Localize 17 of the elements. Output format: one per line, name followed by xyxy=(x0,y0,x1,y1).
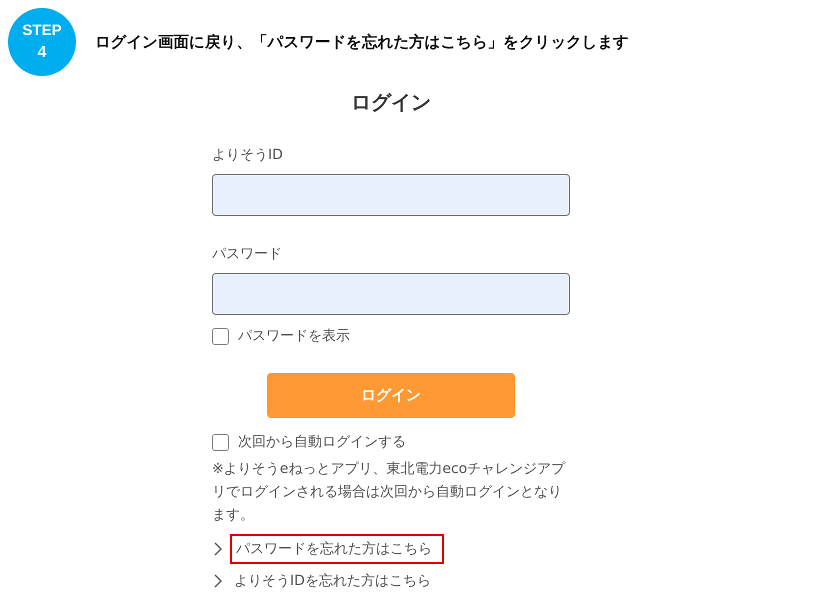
field-label: パスワード xyxy=(212,245,282,264)
checkbox-label: パスワードを表示 xyxy=(238,327,350,345)
help-link[interactable]: よりそうIDを忘れた方はこちら xyxy=(234,572,431,590)
login-title: ログイン xyxy=(350,89,432,116)
checkbox[interactable] xyxy=(212,434,229,450)
field-label: よりそうID xyxy=(212,146,283,165)
instruction-text: ログイン画面に戻り、「パスワードを忘れた方はこちら」をクリックします xyxy=(95,32,629,52)
note-text: ※よりそうeねっとアプリ、東北電力ecoチャレンジアプリでログインされる場合は次回から自動ログインとなります。 xyxy=(212,460,566,525)
chevron-right-icon xyxy=(214,542,222,556)
input-field[interactable] xyxy=(212,273,570,315)
checkbox[interactable] xyxy=(212,328,229,344)
help-link[interactable]: パスワードを忘れた方はこちら xyxy=(236,540,432,558)
step-label: STEP xyxy=(22,21,62,41)
input-field[interactable] xyxy=(212,174,570,216)
checkbox-label: 次回から自動ログインする xyxy=(238,433,406,451)
step-number: 4 xyxy=(38,43,46,63)
chevron-right-icon xyxy=(214,574,222,588)
